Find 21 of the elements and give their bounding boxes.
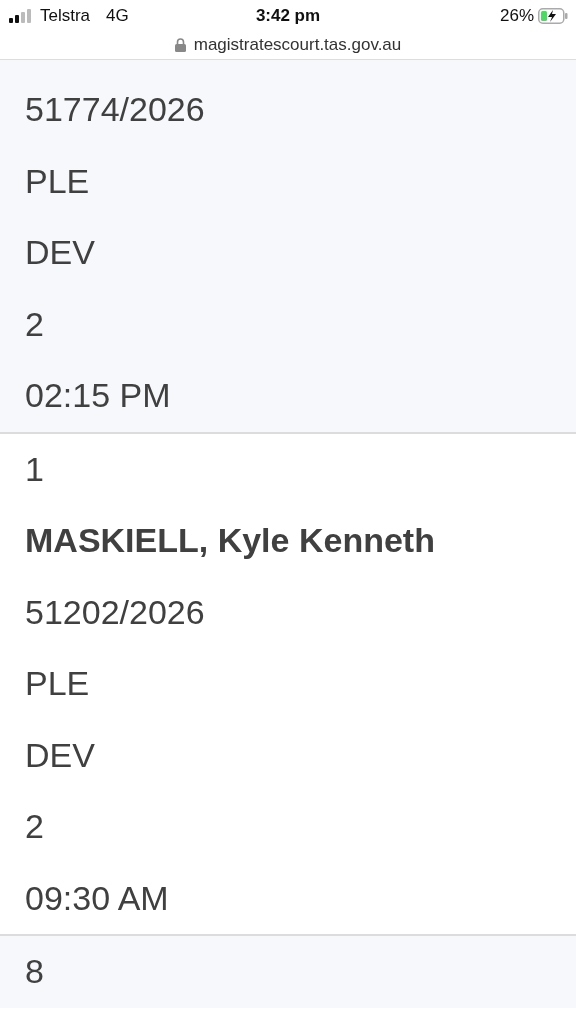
record-field: 2 <box>0 791 576 863</box>
record-field: DEV <box>0 719 576 791</box>
network-type: 4G <box>106 5 129 28</box>
record-field: 51202/2026 <box>0 576 576 648</box>
record-field: 51774/2026 <box>0 74 576 146</box>
battery-charging-icon <box>538 8 568 24</box>
signal-icon <box>8 9 32 23</box>
clock-time: 3:42 pm <box>255 5 321 28</box>
record-field: 1 <box>0 433 576 505</box>
defendant-name: MASKIELL, Kyle Kenneth <box>24 520 436 561</box>
record-field: PLE <box>0 145 576 217</box>
lock-icon <box>174 37 186 52</box>
record-field: 8 <box>0 936 576 1008</box>
record-field: PLE <box>0 648 576 720</box>
record-field: 09:30 AM <box>0 862 576 934</box>
url-text[interactable]: magistratescourt.tas.gov.au <box>193 32 402 58</box>
battery-percent: 26% <box>499 5 534 28</box>
carrier-name: Telstra <box>40 5 91 28</box>
record-field: 02:15 PM <box>0 360 576 432</box>
record-field: 2 <box>0 288 576 360</box>
record-field: DEV <box>0 217 576 289</box>
